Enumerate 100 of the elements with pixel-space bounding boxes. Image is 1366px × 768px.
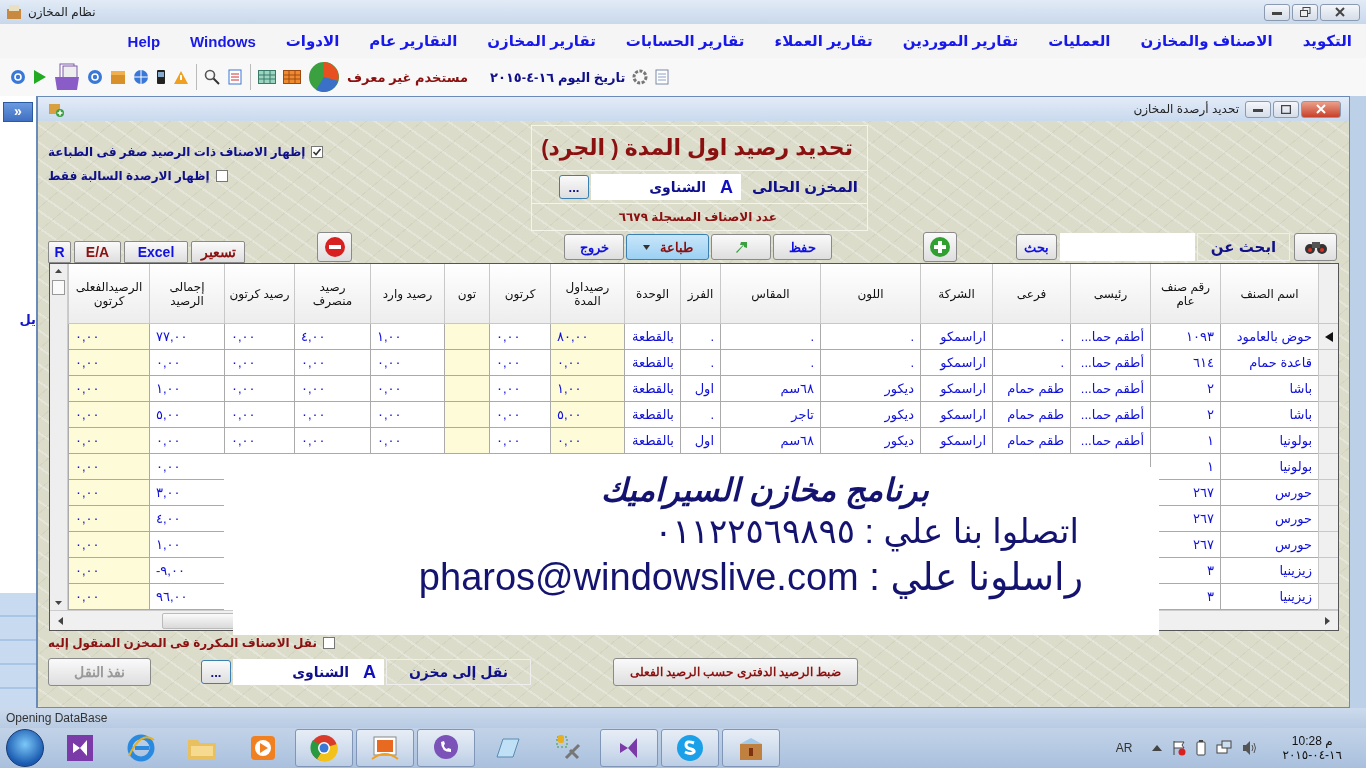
grid-icon (258, 70, 276, 84)
menu-item[interactable]: التكويد (1302, 32, 1352, 50)
column-header[interactable]: كرتون (489, 264, 550, 324)
column-header[interactable]: رئيسى (1070, 264, 1150, 324)
table-cell: ٢ (1150, 376, 1220, 402)
column-header[interactable]: الرصيدالفعلى كرتون (68, 264, 149, 324)
scroll-right-icon (1324, 615, 1332, 626)
taskbar-app[interactable] (295, 729, 353, 767)
vertical-scrollbar[interactable] (50, 264, 68, 611)
language-indicator[interactable]: AR (1115, 741, 1133, 755)
browse-button[interactable]: ... (559, 175, 589, 199)
search-icon (204, 69, 220, 85)
dialog-title: تحديد أرصدة المخازن (1133, 102, 1239, 116)
table-cell: حورس (1220, 480, 1318, 506)
binoculars-button[interactable] (1294, 233, 1337, 261)
table-cell: قاعدة حمام (1220, 350, 1318, 376)
checkbox[interactable] (322, 637, 335, 649)
restore-button[interactable] (1292, 3, 1318, 21)
minus-circle-icon (323, 236, 346, 258)
column-header[interactable]: رقم صنف عام (1150, 264, 1220, 324)
form-title: تحديد رصيد اول المدة ( الجرد) (532, 126, 867, 171)
menu-item[interactable]: الاصناف والمخازن (1140, 32, 1273, 50)
column-header[interactable]: رصيد كرتون (224, 264, 294, 324)
browse-button[interactable]: ... (201, 660, 231, 684)
delete-button[interactable] (317, 232, 352, 262)
adjust-balance-button[interactable]: ضبط الرصيد الدفترى حسب الرصيد الفعلى (613, 658, 858, 686)
checkbox[interactable] (311, 146, 324, 158)
menu-item[interactable]: Help (127, 32, 161, 50)
column-header[interactable]: اللون (820, 264, 920, 324)
column-header[interactable]: اسم الصنف (1220, 264, 1318, 324)
menu-item[interactable]: تقارير المخازن (487, 32, 596, 50)
action-button[interactable]: خروج (564, 234, 624, 260)
tab-button[interactable]: E/A (74, 241, 121, 263)
tab-button[interactable]: تسعير (191, 241, 245, 263)
table-cell: اراسمكو (920, 376, 992, 402)
print-dropdown-button[interactable]: طباعة (626, 234, 709, 260)
close-button[interactable] (1301, 100, 1341, 118)
column-header[interactable]: رصيد منصرف (294, 264, 370, 324)
table-cell: ١,٠٠ (370, 324, 444, 350)
row-selector[interactable] (1318, 324, 1338, 350)
table-cell: ٢ (1150, 402, 1220, 428)
taskbar-app[interactable] (417, 729, 475, 767)
search-field[interactable] (1060, 233, 1195, 261)
column-header[interactable]: الفرز (680, 264, 720, 324)
menu-item[interactable]: العمليات (1048, 32, 1111, 50)
action-button[interactable]: حفظ (773, 234, 832, 260)
restore-icon (1299, 7, 1311, 17)
maximize-button[interactable] (1273, 100, 1299, 118)
menu-item[interactable]: تقارير الحسابات (625, 32, 745, 50)
browser-circle-icon (310, 734, 338, 762)
taskbar-app[interactable] (661, 729, 719, 767)
option-label: نقل الاصناف المكررة فى المخزن المنقول إليه (48, 636, 317, 650)
column-header[interactable]: الوحدة (624, 264, 680, 324)
table-cell: ٦١٤ (1150, 350, 1220, 376)
close-button[interactable] (1320, 3, 1360, 21)
tab-button[interactable]: Excel (124, 241, 188, 263)
table-cell: . (680, 324, 720, 350)
table-cell: ١ (1150, 428, 1220, 454)
table-cell: زيزينيا (1220, 558, 1318, 584)
column-header[interactable]: المقاس (720, 264, 820, 324)
date-label: تاريخ اليوم ١٦-٤-٢٠١٥ (490, 69, 626, 85)
table-cell: أطقم حما... (1070, 428, 1150, 454)
table-cell: ٦٨سم (720, 376, 820, 402)
column-header[interactable]: رصيد وارد (370, 264, 444, 324)
panel-toggle-button[interactable]: » (3, 102, 33, 122)
chat-s-icon (676, 734, 704, 762)
tab-button[interactable]: R (48, 241, 71, 263)
table-cell: تاجر (720, 402, 820, 428)
menu-item[interactable]: التقارير عام (369, 32, 458, 50)
clock-date[interactable]: ١٦-٠٤-٢٠١٥ (1282, 748, 1342, 762)
minimize-button[interactable] (1264, 3, 1290, 21)
table-cell: طقم حمام (992, 428, 1070, 454)
menu-item[interactable]: Windows (190, 32, 256, 50)
clock-time[interactable]: 10:28 م (1291, 734, 1333, 748)
table-cell: اراسمكو (920, 402, 992, 428)
table-cell: حوض بالعامود (1220, 324, 1318, 350)
taskbar-app[interactable] (356, 729, 414, 767)
table-cell: ١,٠٠ (550, 376, 624, 402)
search-button[interactable]: بحث (1016, 234, 1057, 260)
column-header[interactable]: فرعى (992, 264, 1070, 324)
scroll-thumb[interactable] (52, 280, 65, 295)
menu-item[interactable]: تقارير العملاء (774, 32, 873, 50)
column-header[interactable]: الشركة (920, 264, 992, 324)
menu-item[interactable]: الادوات (285, 32, 340, 50)
table-cell: . (820, 324, 920, 350)
menu-item[interactable]: تقارير الموردين (902, 32, 1019, 50)
start-button[interactable] (6, 729, 44, 767)
checkbox[interactable] (215, 170, 228, 182)
taskbar-app[interactable] (600, 729, 658, 767)
minimize-button[interactable] (1245, 100, 1271, 118)
column-header[interactable]: إجمالى الرصيد (149, 264, 224, 324)
column-header[interactable]: رصيداول المدة (550, 264, 624, 324)
table-cell: أطقم حما... (1070, 376, 1150, 402)
table-cell: ٠,٠٠ (224, 402, 294, 428)
add-button[interactable] (923, 232, 957, 262)
play-icon (33, 69, 47, 85)
phone-icon (156, 69, 166, 85)
refresh-arrow-button[interactable] (711, 234, 771, 260)
flag-icon (1172, 740, 1187, 756)
column-header[interactable]: تون (444, 264, 489, 324)
